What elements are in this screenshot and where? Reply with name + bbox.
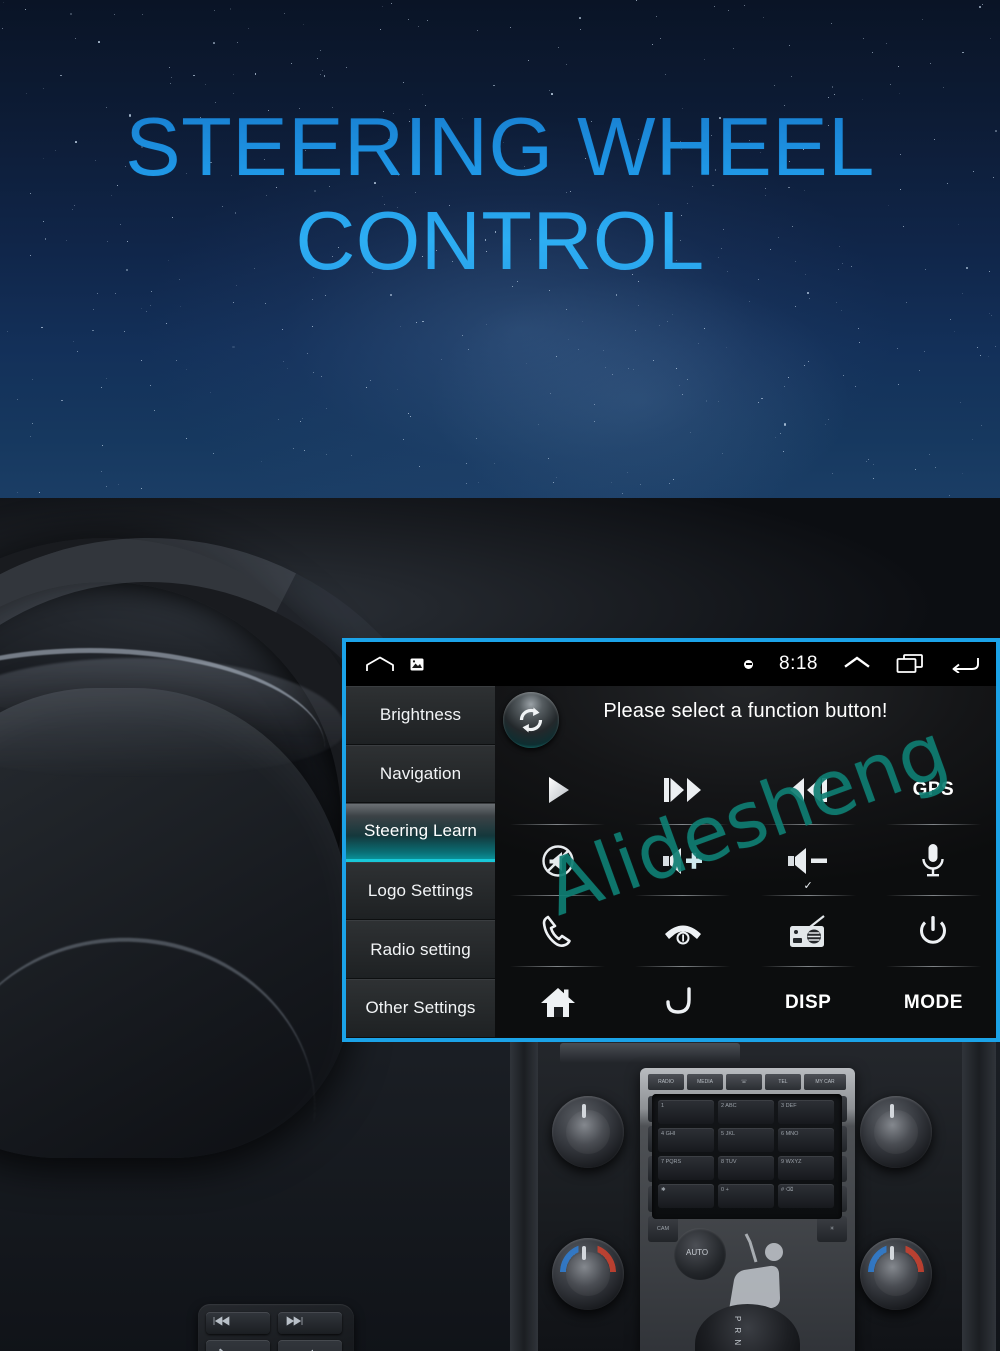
panel-prompt: Please select a function button! bbox=[603, 700, 888, 722]
page-title-line-2: CONTROL bbox=[295, 194, 705, 287]
function-button-radio[interactable] bbox=[746, 896, 871, 967]
sidebar-item-navigation[interactable]: Navigation bbox=[346, 744, 495, 804]
steering-learn-panel: Please select a function button! GPS ✓ D… bbox=[495, 686, 996, 1038]
sidebar-item-other-settings[interactable]: Other Settings bbox=[346, 978, 495, 1038]
do-not-disturb-icon bbox=[744, 659, 754, 669]
function-button-gps[interactable]: GPS bbox=[871, 754, 996, 825]
sidebar-item-brightness[interactable]: Brightness bbox=[346, 686, 495, 745]
next-track-icon bbox=[790, 777, 828, 802]
settings-body: Brightness Navigation Steering Learn Log… bbox=[346, 686, 996, 1038]
phone-answer-icon bbox=[542, 915, 571, 947]
sidebar-item-radio-setting[interactable]: Radio setting bbox=[346, 920, 495, 979]
chevron-up-icon[interactable] bbox=[844, 656, 870, 673]
knob-menu-right bbox=[860, 1096, 932, 1168]
gps-label: GPS bbox=[912, 778, 955, 800]
function-button-phone-hangup[interactable] bbox=[620, 896, 745, 967]
knob-temp-left bbox=[552, 1238, 624, 1310]
function-button-phone-answer[interactable] bbox=[495, 896, 620, 967]
knob-temp-right bbox=[860, 1238, 932, 1310]
function-button-mute[interactable] bbox=[495, 825, 620, 896]
android-status-bar: 8:18 bbox=[346, 642, 996, 686]
head-unit-screen: 8:18 Brightness Navigation Steering Lear… bbox=[342, 638, 1000, 1042]
page-title-line-1: STEERING WHEEL bbox=[125, 100, 875, 193]
radio-icon bbox=[790, 914, 825, 947]
console-source-row: RADIO MEDIA ☏ TEL MY CAR bbox=[648, 1074, 846, 1090]
volume-down-icon bbox=[788, 847, 828, 874]
function-button-next[interactable] bbox=[746, 754, 871, 825]
back-icon bbox=[666, 986, 691, 1014]
back-arrow-icon[interactable] bbox=[950, 655, 980, 673]
screenshot-icon[interactable] bbox=[410, 658, 424, 671]
console-trim-right bbox=[962, 1038, 996, 1351]
status-bar-clock: 8:18 bbox=[779, 653, 818, 674]
function-button-play[interactable] bbox=[495, 754, 620, 825]
knob-sound-left bbox=[552, 1096, 624, 1168]
function-button-mode[interactable]: MODE bbox=[871, 967, 996, 1038]
function-button-microphone[interactable] bbox=[871, 825, 996, 896]
home-icon bbox=[540, 987, 575, 1017]
microphone-icon bbox=[922, 843, 945, 876]
sidebar-label: Steering Learn bbox=[364, 821, 477, 841]
function-button-previous[interactable] bbox=[620, 754, 745, 825]
previous-track-icon bbox=[663, 777, 701, 802]
swc-next-track-icon bbox=[286, 1316, 303, 1326]
console-cam-key: CAM bbox=[648, 1216, 678, 1242]
function-button-power[interactable] bbox=[871, 896, 996, 967]
recent-apps-icon[interactable] bbox=[896, 654, 924, 674]
sidebar-item-logo-settings[interactable]: Logo Settings bbox=[346, 861, 495, 921]
sidebar-label: Other Settings bbox=[365, 998, 476, 1018]
disp-label: DISP bbox=[784, 991, 832, 1013]
volume-up-icon bbox=[662, 847, 702, 874]
home-outline-icon[interactable] bbox=[366, 656, 394, 672]
sidebar-label: Logo Settings bbox=[367, 881, 474, 901]
console-numeric-keypad: 1 2 ABC 3 DEF 4 GHI 5 JKL 6 MNO 7 PQRS 8… bbox=[652, 1094, 842, 1219]
function-button-volume-down[interactable]: ✓ bbox=[746, 825, 871, 896]
console-trim-left bbox=[510, 1038, 538, 1351]
sidebar-label: Radio setting bbox=[370, 939, 471, 959]
console-fan-key: ✳ bbox=[817, 1216, 847, 1242]
play-icon bbox=[548, 776, 569, 803]
steering-wheel-control-pad bbox=[198, 1304, 354, 1351]
gear-shifter-label: P R N D bbox=[733, 1316, 742, 1351]
page-title: STEERING WHEEL CONTROL bbox=[0, 100, 1000, 288]
function-button-volume-up[interactable] bbox=[620, 825, 745, 896]
mute-icon bbox=[541, 844, 574, 877]
sidebar-label: Navigation bbox=[379, 763, 462, 783]
function-button-disp[interactable]: DISP bbox=[746, 967, 871, 1038]
function-button-home[interactable] bbox=[495, 967, 620, 1038]
function-button-grid: GPS ✓ DISP MODE bbox=[495, 754, 996, 1038]
learned-check-icon: ✓ bbox=[803, 880, 813, 892]
function-button-back[interactable] bbox=[620, 967, 745, 1038]
power-icon bbox=[920, 915, 947, 944]
phone-hangup-icon bbox=[664, 925, 701, 944]
mode-label: MODE bbox=[903, 991, 963, 1013]
settings-sidebar: Brightness Navigation Steering Learn Log… bbox=[346, 686, 495, 1038]
swc-prev-track-icon bbox=[213, 1316, 230, 1326]
console-vent bbox=[560, 1043, 740, 1063]
sidebar-item-steering-learn[interactable]: Steering Learn bbox=[346, 803, 495, 862]
sidebar-label: Brightness bbox=[379, 705, 462, 725]
